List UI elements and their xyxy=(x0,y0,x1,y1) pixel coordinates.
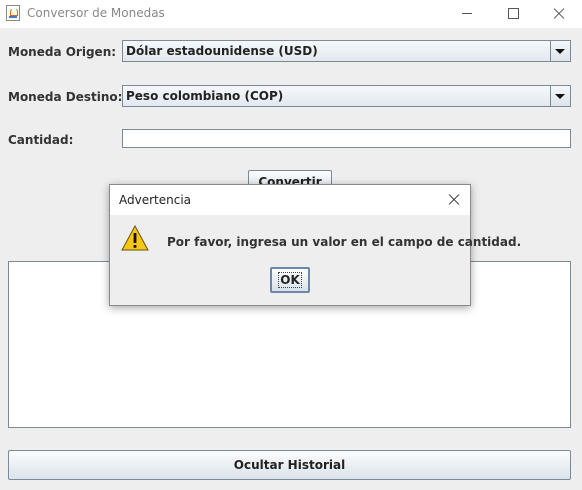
amount-label: Cantidad: xyxy=(8,133,74,147)
destination-currency-label: Moneda Destino: xyxy=(8,90,123,104)
window-titlebar: Conversor de Monedas xyxy=(0,0,582,28)
warning-icon xyxy=(121,225,149,251)
warning-dialog: Advertencia Por favor, ingresa un valor … xyxy=(109,184,521,306)
java-cup-icon xyxy=(6,5,20,21)
dialog-title: Advertencia xyxy=(119,193,192,207)
dialog-titlebar: Advertencia xyxy=(110,185,470,215)
ok-button[interactable]: OK xyxy=(270,267,310,293)
chevron-down-icon[interactable] xyxy=(550,86,570,106)
origin-currency-select[interactable]: Dólar estadounidense (USD) xyxy=(122,40,571,62)
origin-currency-value: Dólar estadounidense (USD) xyxy=(126,44,318,58)
chevron-down-icon[interactable] xyxy=(550,41,570,61)
destination-currency-select[interactable]: Peso colombiano (COP) xyxy=(122,85,571,107)
origin-currency-label: Moneda Origen: xyxy=(8,45,117,59)
maximize-button[interactable] xyxy=(490,0,536,28)
window-title: Conversor de Monedas xyxy=(27,6,165,20)
close-icon[interactable] xyxy=(442,188,466,212)
amount-input[interactable] xyxy=(122,129,571,148)
ok-button-label: OK xyxy=(278,272,302,288)
destination-currency-value: Peso colombiano (COP) xyxy=(126,89,284,103)
close-window-button[interactable] xyxy=(536,0,582,28)
dialog-message: Por favor, ingresa un valor en el campo … xyxy=(167,235,522,249)
minimize-button[interactable] xyxy=(444,0,490,28)
hide-history-button[interactable]: Ocultar Historial xyxy=(8,450,571,480)
